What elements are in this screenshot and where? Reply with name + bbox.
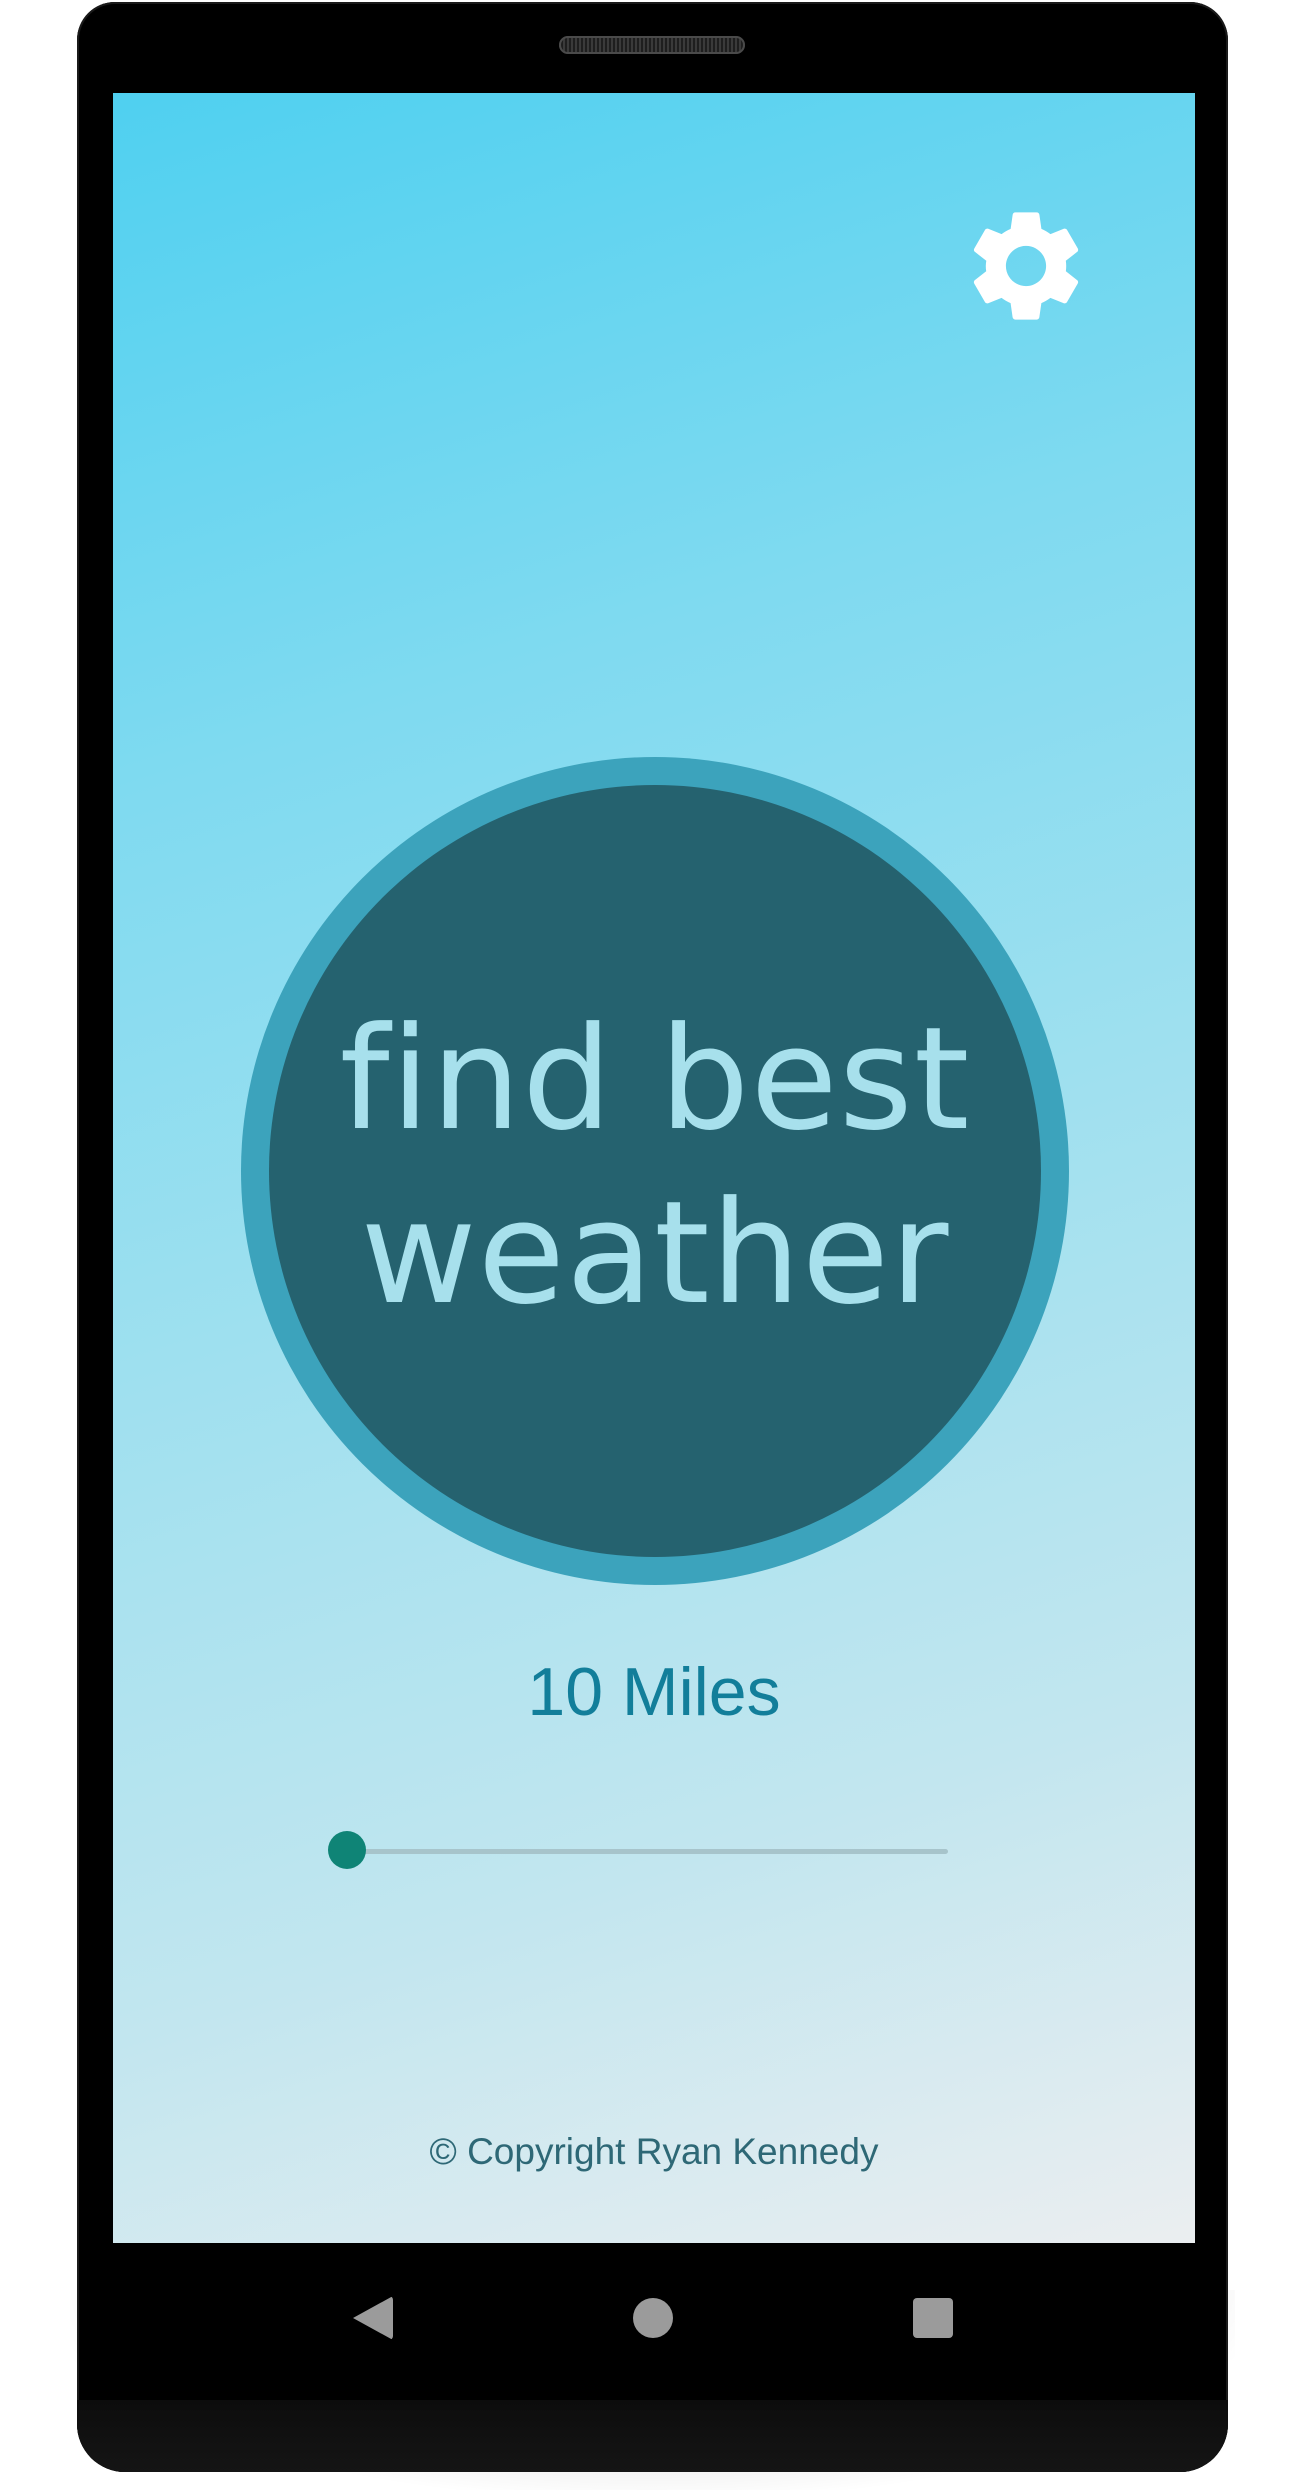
stage: find best weather 10 Miles © Copyright R… (0, 0, 1305, 2490)
button-label-line1: find best (339, 997, 971, 1162)
copyright-text: © Copyright Ryan Kennedy (429, 2131, 879, 2172)
recents-square-icon (913, 2298, 953, 2338)
nav-recents-button[interactable] (898, 2283, 968, 2353)
gear-icon (973, 212, 1079, 320)
button-label-line2: weather (360, 1171, 950, 1336)
nav-back-button[interactable] (338, 2283, 408, 2353)
system-nav-bar (113, 2243, 1195, 2393)
settings-button[interactable] (953, 193, 1099, 339)
back-triangle-icon (353, 2296, 393, 2340)
phone-chin (77, 2400, 1228, 2472)
distance-label: 10 Miles (527, 1654, 781, 1730)
nav-home-button[interactable] (618, 2283, 688, 2353)
find-best-weather-button[interactable]: find best weather (269, 785, 1041, 1557)
earpiece-speaker (559, 36, 745, 54)
home-circle-icon (633, 2298, 673, 2338)
distance-slider[interactable] (328, 1831, 948, 1871)
slider-track (348, 1849, 948, 1854)
slider-thumb[interactable] (328, 1831, 366, 1869)
find-best-weather-label: find best weather (340, 993, 971, 1341)
app-screen: find best weather 10 Miles © Copyright R… (113, 93, 1195, 2243)
